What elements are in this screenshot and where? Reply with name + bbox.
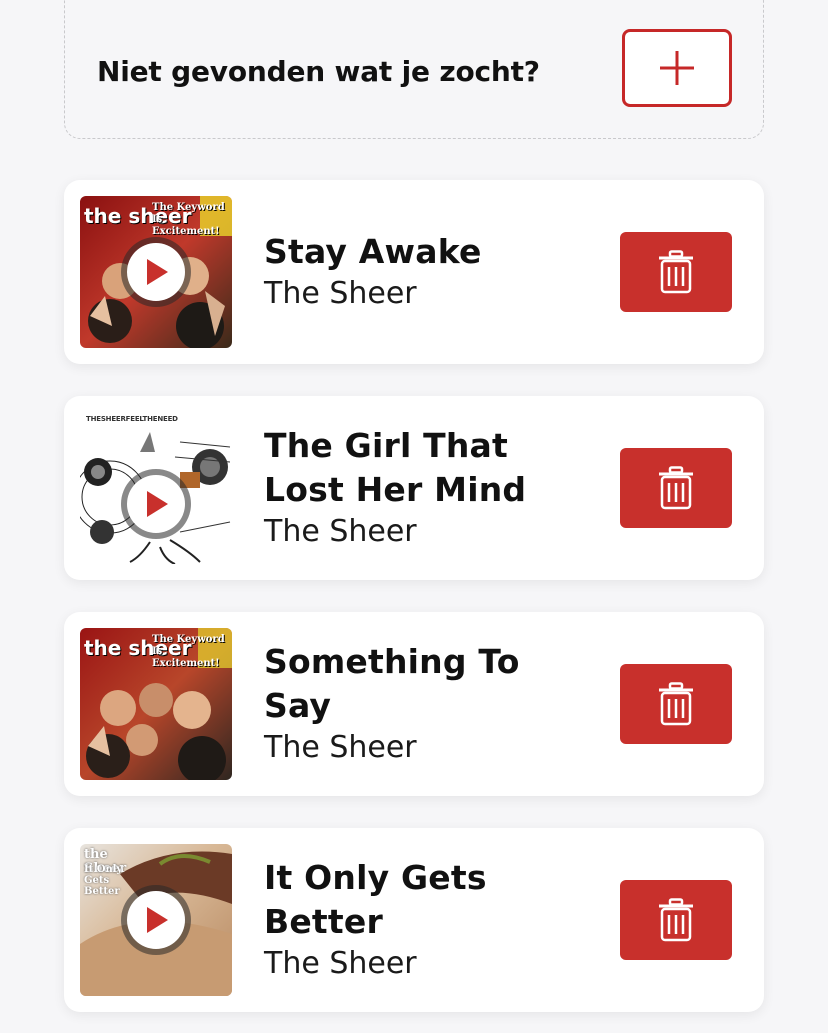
album-cover: the sheer The Keyword Is Excitement! <box>80 628 232 780</box>
song-card: the sheer The Keyword Is Excitement! Sta… <box>64 180 764 364</box>
play-icon <box>147 907 168 933</box>
cover-album-text: THESHEERFEELTHENEED <box>86 415 178 423</box>
not-found-prompt: Niet gevonden wat je zocht? <box>97 55 540 88</box>
plus-icon <box>660 51 694 85</box>
play-button[interactable] <box>127 475 185 533</box>
trash-icon <box>659 466 693 510</box>
play-icon <box>147 491 168 517</box>
album-cover: the Sheer It Only Gets Better <box>80 844 232 996</box>
play-icon <box>147 259 168 285</box>
trash-icon <box>659 250 693 294</box>
song-title: Something To Say <box>264 642 520 725</box>
cover-album-text: It Only Gets Better <box>84 864 123 897</box>
play-button[interactable] <box>127 891 185 949</box>
song-artist: The Sheer <box>264 276 417 311</box>
delete-song-button[interactable] <box>620 448 732 528</box>
cover-album-text: The Keyword Is Excitement! <box>152 202 225 237</box>
song-artist: The Sheer <box>264 946 417 981</box>
song-title: It Only Gets Better <box>264 858 487 941</box>
trash-icon <box>659 898 693 942</box>
trash-icon <box>659 682 693 726</box>
delete-song-button[interactable] <box>620 664 732 744</box>
song-artist: The Sheer <box>264 514 417 549</box>
not-found-card: Niet gevonden wat je zocht? <box>64 0 764 139</box>
delete-song-button[interactable] <box>620 232 732 312</box>
add-song-button[interactable] <box>622 29 732 107</box>
delete-song-button[interactable] <box>620 880 732 960</box>
song-card: the sheer The Keyword Is Excitement! Som… <box>64 612 764 796</box>
song-title: The Girl That Lost Her Mind <box>264 426 527 509</box>
song-card: THESHEERFEELTHENEED The Girl That Lost H… <box>64 396 764 580</box>
album-cover: THESHEERFEELTHENEED <box>80 412 232 564</box>
song-card: the Sheer It Only Gets Better It Only Ge… <box>64 828 764 1012</box>
song-title: Stay Awake <box>264 232 482 271</box>
album-cover: the sheer The Keyword Is Excitement! <box>80 196 232 348</box>
play-button[interactable] <box>127 243 185 301</box>
cover-album-text: The Keyword Is Excitement! <box>152 634 225 669</box>
song-artist: The Sheer <box>264 730 417 765</box>
